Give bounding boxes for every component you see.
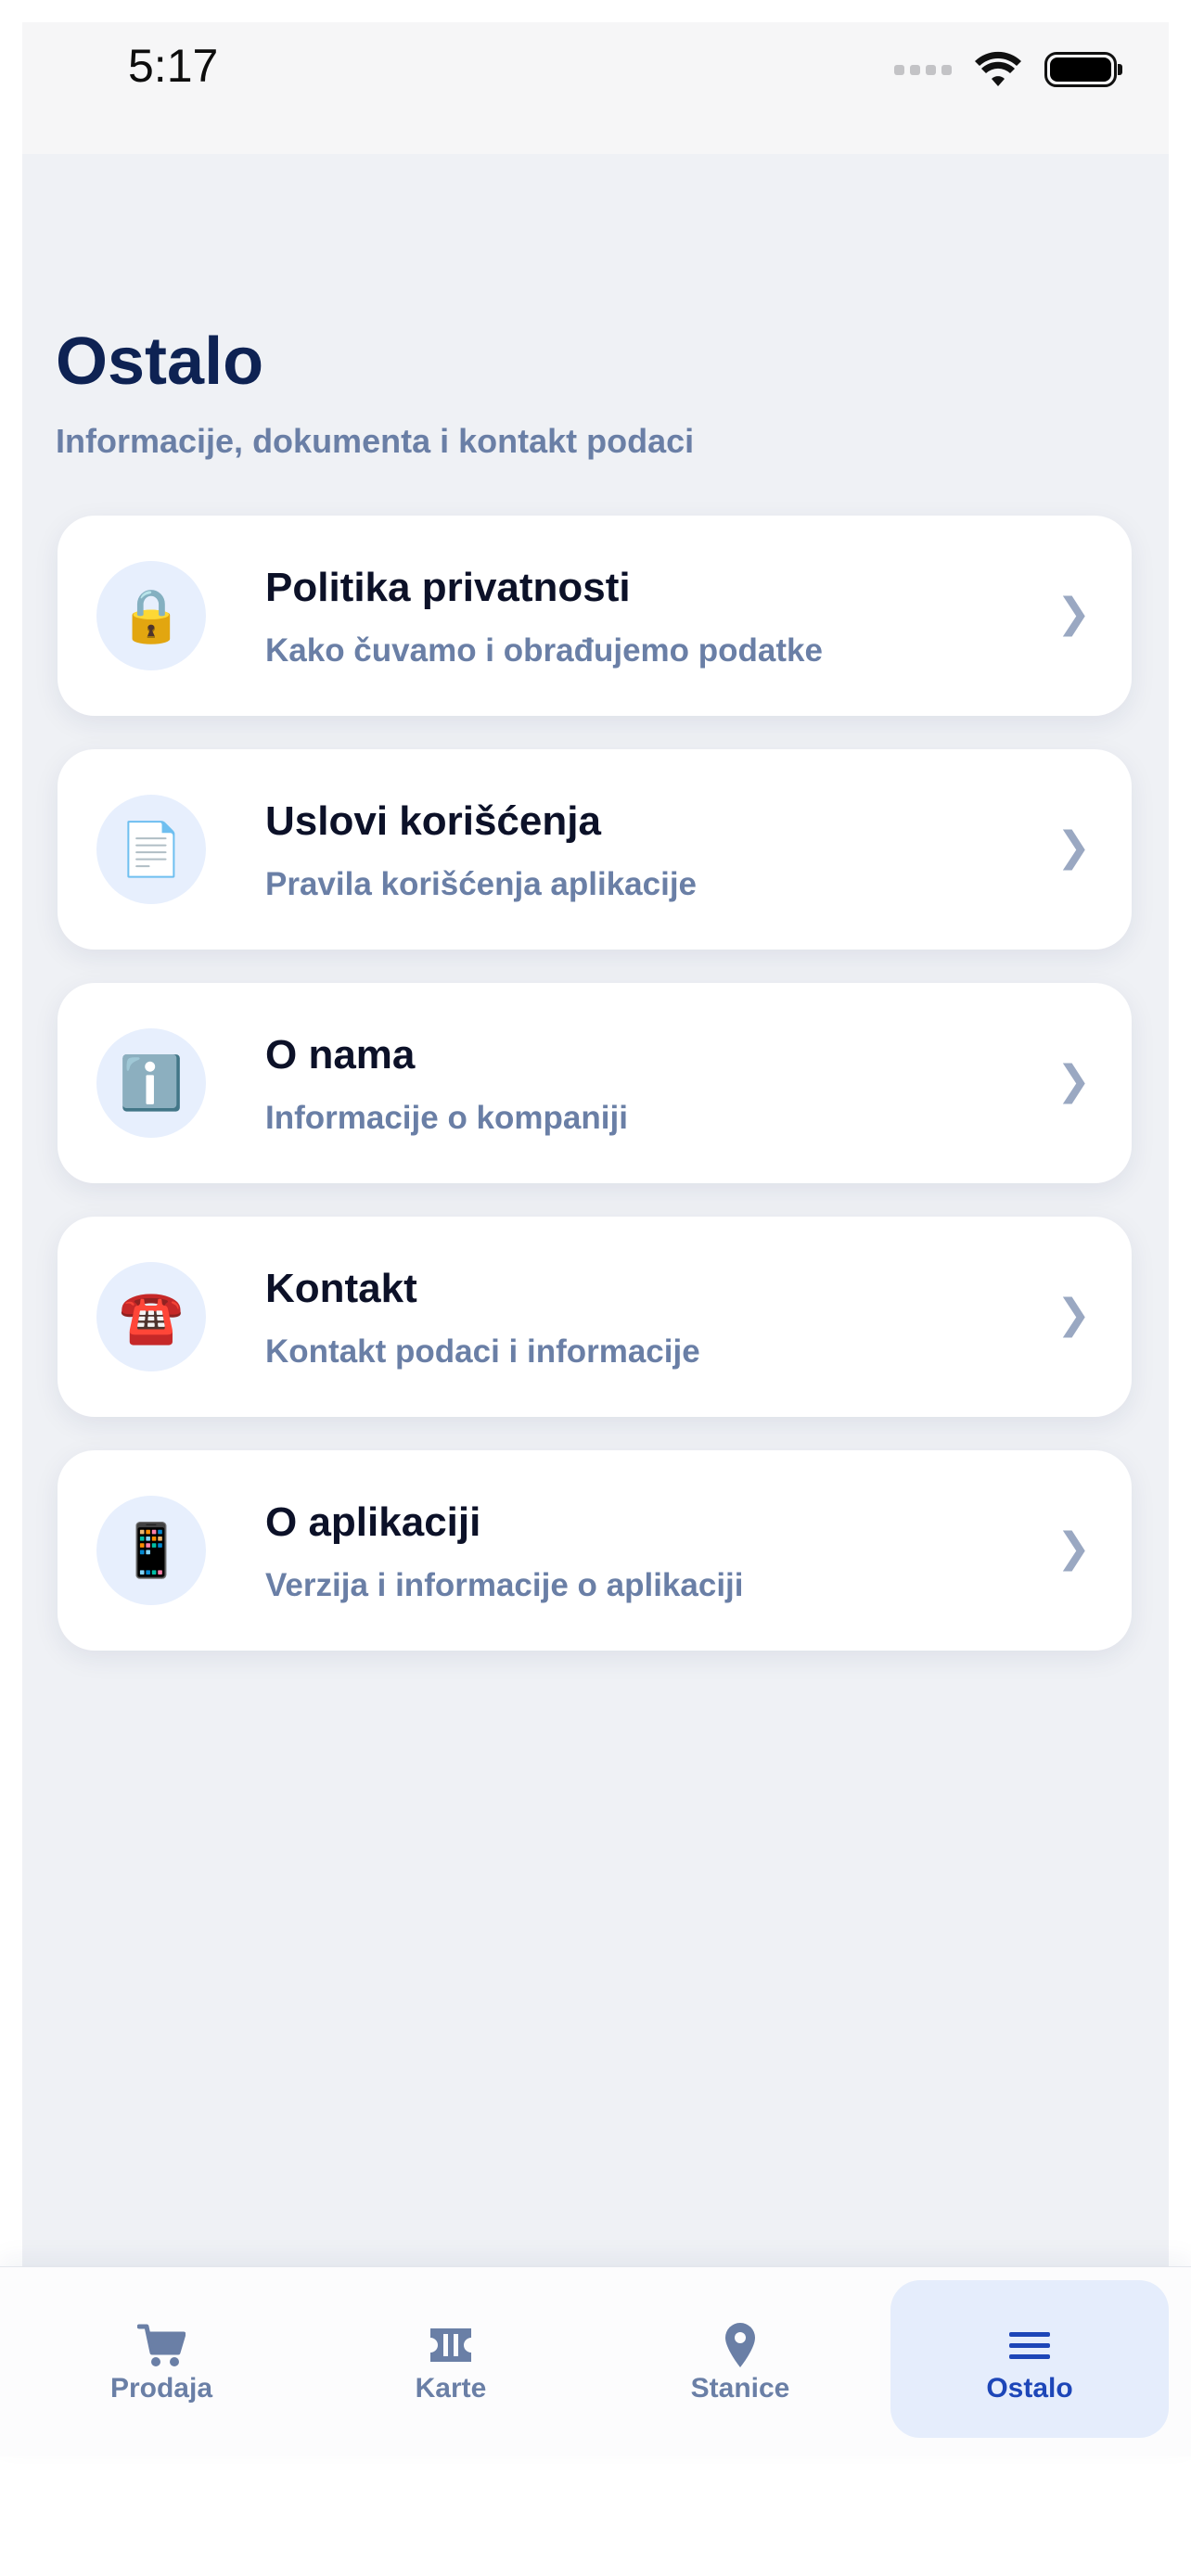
- tab-stanice[interactable]: Stanice: [601, 2280, 879, 2438]
- chevron-right-icon: ❯: [1057, 1291, 1091, 1338]
- menu-item-privacy-policy[interactable]: 🔒 Politika privatnosti Kako čuvamo i obr…: [58, 516, 1132, 716]
- menu-item-title: O aplikaciji: [265, 1499, 481, 1545]
- mobile-phone-icon: 📱: [96, 1496, 206, 1605]
- menu-item-title: O nama: [265, 1032, 416, 1078]
- menu-item-title: Politika privatnosti: [265, 565, 631, 610]
- ticket-icon: [425, 2319, 477, 2371]
- menu-item-about-app[interactable]: 📱 O aplikaciji Verzija i informacije o a…: [58, 1450, 1132, 1651]
- battery-icon: [1044, 52, 1122, 87]
- tab-ostalo[interactable]: Ostalo: [890, 2280, 1169, 2438]
- page-subtitle: Informacije, dokumenta i kontakt podaci: [56, 422, 695, 460]
- status-time: 5:17: [128, 40, 219, 92]
- cellular-signal-icon: [894, 64, 952, 75]
- chevron-right-icon: ❯: [1057, 1524, 1091, 1572]
- menu-item-contact[interactable]: ☎️ Kontakt Kontakt podaci i informacije …: [58, 1217, 1132, 1417]
- info-icon: ℹ️: [96, 1028, 206, 1138]
- tab-label: Ostalo: [986, 2373, 1073, 2404]
- chevron-right-icon: ❯: [1057, 590, 1091, 637]
- menu-icon: [1004, 2319, 1056, 2371]
- menu-item-terms-of-use[interactable]: 📄 Uslovi korišćenja Pravila korišćenja a…: [58, 749, 1132, 950]
- page-title: Ostalo: [56, 325, 264, 399]
- menu-item-title: Uslovi korišćenja: [265, 798, 601, 844]
- bottom-tab-bar: Prodaja Karte Stanice Ostalo: [0, 2266, 1191, 2456]
- menu-item-about-us[interactable]: ℹ️ O nama Informacije o kompaniji ❯: [58, 983, 1132, 1183]
- menu-item-title: Kontakt: [265, 1266, 417, 1311]
- chevron-right-icon: ❯: [1057, 823, 1091, 871]
- tab-prodaja[interactable]: Prodaja: [22, 2280, 301, 2438]
- tab-label: Prodaja: [109, 2373, 213, 2404]
- menu-item-subtitle: Kako čuvamo i obrađujemo podatke: [265, 632, 823, 669]
- menu-item-subtitle: Informacije o kompaniji: [265, 1100, 628, 1136]
- telephone-icon: ☎️: [96, 1262, 206, 1371]
- menu-item-subtitle: Verzija i informacije o aplikaciji: [265, 1567, 744, 1603]
- document-icon: 📄: [96, 795, 206, 904]
- chevron-right-icon: ❯: [1057, 1057, 1091, 1104]
- tab-label: Stanice: [690, 2373, 790, 2404]
- lock-icon: 🔒: [96, 561, 206, 670]
- wifi-icon: [975, 51, 1021, 86]
- tab-karte[interactable]: Karte: [312, 2280, 590, 2438]
- app-screen: 5:17 Ostalo Informacije, dokumenta i kon…: [22, 22, 1169, 2266]
- location-pin-icon: [714, 2319, 766, 2371]
- status-bar: 5:17: [22, 22, 1169, 154]
- status-icons: [894, 48, 1122, 91]
- cart-icon: [135, 2319, 187, 2371]
- menu-item-subtitle: Pravila korišćenja aplikacije: [265, 866, 698, 902]
- tab-label: Karte: [415, 2373, 487, 2404]
- menu-item-subtitle: Kontakt podaci i informacije: [265, 1333, 700, 1370]
